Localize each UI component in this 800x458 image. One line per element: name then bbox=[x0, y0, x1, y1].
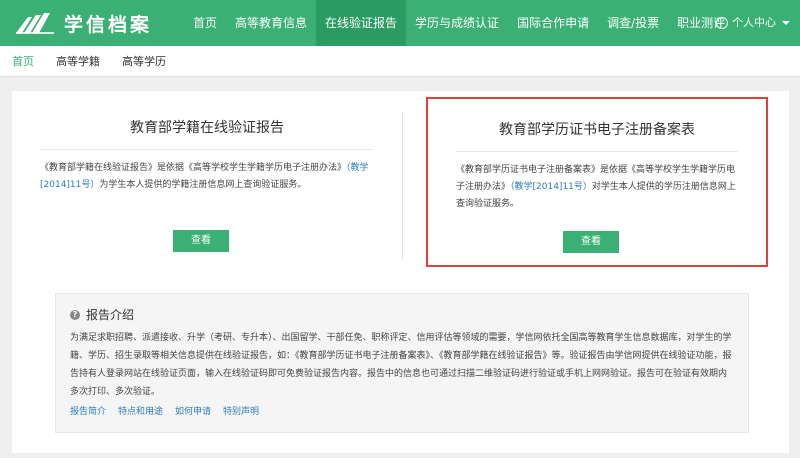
card-title: 教育部学籍在线验证报告 bbox=[130, 120, 284, 136]
link-report-overview[interactable]: 报告简介 bbox=[70, 404, 106, 417]
nav-degree-transcript-certification[interactable]: 学历与成绩认证 bbox=[406, 0, 508, 46]
regulation-link[interactable]: （教学[2014]11号） bbox=[510, 182, 592, 192]
main-nav: 首页 高等教育信息 在线验证报告 学历与成绩认证 国际合作申请 调查/投票 职业… bbox=[184, 0, 734, 46]
desc-text: 《教育部学籍在线验证报告》是依据《高等学校学生学籍学历电子注册办法》 bbox=[40, 163, 347, 173]
logo-text: 学信档案 bbox=[64, 13, 153, 36]
degree-record-card: 教育部学历证书电子注册备案表 《教育部学历证书电子注册备案表》是依据《高等学校学… bbox=[426, 97, 768, 267]
logo-books-icon bbox=[16, 13, 54, 34]
sub-navbar: 首页 高等学籍 高等学历 bbox=[0, 46, 800, 77]
link-features-uses[interactable]: 特点和用途 bbox=[118, 404, 163, 417]
link-special-statement[interactable]: 特别声明 bbox=[223, 404, 259, 417]
site-logo[interactable]: 学信档案 bbox=[14, 10, 174, 37]
user-icon bbox=[716, 17, 728, 29]
main-panel: 教育部学籍在线验证报告 《教育部学籍在线验证报告》是依据《高等学校学生学籍学历电… bbox=[12, 91, 789, 453]
subnav-higher-enrollment[interactable]: 高等学籍 bbox=[56, 53, 100, 69]
subnav-home[interactable]: 首页 bbox=[12, 53, 34, 69]
nav-survey-vote[interactable]: 调查/投票 bbox=[598, 0, 668, 46]
user-center-label: 个人中心 bbox=[732, 16, 776, 29]
top-navbar: 学信档案 首页 高等教育信息 在线验证报告 学历与成绩认证 国际合作申请 调查/… bbox=[0, 0, 800, 46]
desc-text: 为学生本人提供的学籍注册信息网上查询验证服务。 bbox=[99, 180, 307, 190]
vertical-divider bbox=[402, 111, 403, 261]
card-description: 《教育部学籍在线验证报告》是依据《高等学校学生学籍学历电子注册办法》（教学[20… bbox=[12, 150, 402, 194]
user-center-menu[interactable]: 个人中心 bbox=[716, 0, 790, 46]
nav-higher-education-info[interactable]: 高等教育信息 bbox=[226, 0, 316, 46]
subnav-higher-degree[interactable]: 高等学历 bbox=[122, 53, 166, 69]
nav-international-cooperation[interactable]: 国际合作申请 bbox=[508, 0, 598, 46]
card-description: 《教育部学历证书电子注册备案表》是依据《高等学校学生学籍学历电子注册办法》（教学… bbox=[428, 152, 766, 213]
report-links: 报告简介 特点和用途 如何申请 特别声明 bbox=[56, 401, 748, 417]
question-icon: ? bbox=[70, 309, 80, 320]
view-enrollment-report-button[interactable]: 查看 bbox=[173, 230, 229, 252]
enrollment-report-card: 教育部学籍在线验证报告 《教育部学籍在线验证报告》是依据《高等学校学生学籍学历电… bbox=[12, 91, 402, 271]
report-title: 报告介绍 bbox=[86, 308, 135, 322]
nav-home[interactable]: 首页 bbox=[184, 0, 226, 46]
report-intro-box: ? 报告介绍 为满足求职招聘、派遣接收、升学（考研、专升本）、出国留学、干部任免… bbox=[55, 293, 749, 433]
view-degree-record-button[interactable]: 查看 bbox=[563, 231, 619, 253]
report-header: ? 报告介绍 bbox=[70, 306, 748, 323]
chevron-down-icon bbox=[782, 21, 790, 25]
card-title: 教育部学历证书电子注册备案表 bbox=[499, 122, 695, 138]
link-how-to-apply[interactable]: 如何申请 bbox=[175, 404, 211, 417]
report-body: 为满足求职招聘、派遣接收、升学（考研、专升本）、出国留学、干部任免、职称评定、信… bbox=[70, 333, 732, 397]
nav-online-verification-report[interactable]: 在线验证报告 bbox=[316, 0, 407, 46]
